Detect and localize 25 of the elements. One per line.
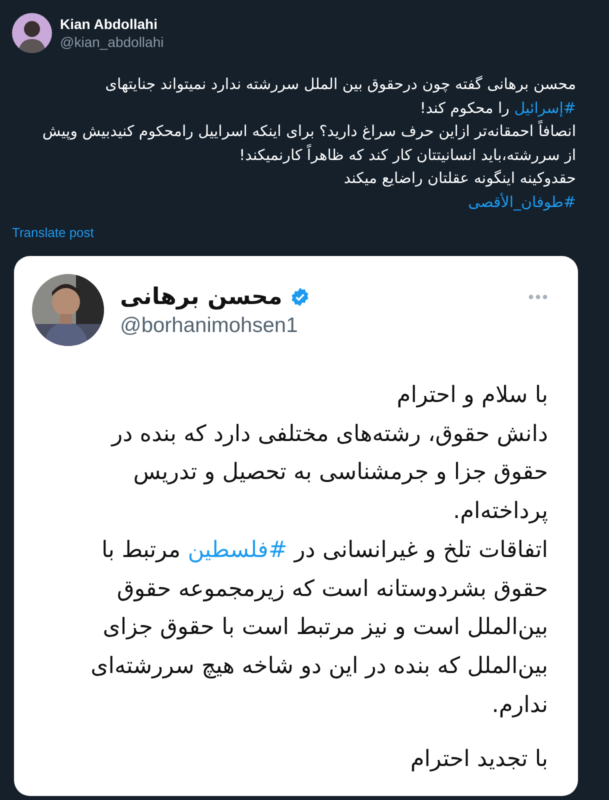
quoted-handle: @borhanimohsen1 bbox=[120, 313, 299, 339]
quoted-card[interactable] bbox=[14, 256, 578, 796]
hashtag-link[interactable]: #طوفان_الأقصى bbox=[468, 192, 576, 210]
author-handle: @kian_abdollahi bbox=[60, 33, 164, 51]
post-text-line: از سررشته،باید انسانیتتان کار کند که ظاهراً کارنمیکند! bbox=[238, 144, 576, 166]
author-name: Kian Abdollahi bbox=[60, 15, 158, 33]
post-text-line: محسن برهانی گفته چون درحقوق بین الملل سررشته ندارد نمیتواند جنایتهای bbox=[104, 74, 576, 95]
quote-text-line: پرداخته‌ام. bbox=[452, 497, 548, 526]
quote-text-line: بین‌الملل است و نیز مرتبط است با حقوق جزای bbox=[102, 613, 548, 642]
post-text-line: #إسرائیل را محکوم کند! bbox=[418, 98, 576, 119]
quote-text-line: اتفاقات تلخ و غیرانسانی در #فلسطین مرتبط با bbox=[100, 536, 548, 565]
hashtag-link[interactable]: #إسرائیل bbox=[514, 98, 576, 116]
quote-text-line: حقوق جزا و جرمشناسی به تحصیل و تدریس bbox=[132, 458, 548, 488]
post-text-line: حقدوکینه اینگونه عقلتان راضایع میکند bbox=[342, 168, 576, 189]
hashtag-link[interactable]: #فلسطین bbox=[188, 536, 288, 563]
quote-text-line: بین‌الملل که بنده در این دو شاخه هیچ سررشته‌ای bbox=[90, 652, 548, 681]
avatar-icon[interactable] bbox=[12, 13, 52, 53]
quoted-author-name: محسن برهانی bbox=[120, 283, 282, 312]
translate-link[interactable]: Translate post bbox=[12, 225, 94, 240]
quote-text-line: حقوق بشردوستانه است که زیرمجموعه حقوق bbox=[116, 574, 548, 604]
post-text-line: انصافاً احمقانه‌تر ازاین حرف سراغ دارید؟ برای اینکه اسراییل رامحکوم کنیدبیش وپیش bbox=[41, 120, 576, 142]
quote-text-line: با سلام و احترام bbox=[396, 381, 548, 410]
quote-text-line: دانش حقوق، رشته‌های مختلفی دارد که بنده در bbox=[110, 420, 548, 449]
quote-text-line: ندارم. bbox=[490, 690, 548, 720]
quote-text-line: با تجدید احترام bbox=[409, 745, 548, 774]
